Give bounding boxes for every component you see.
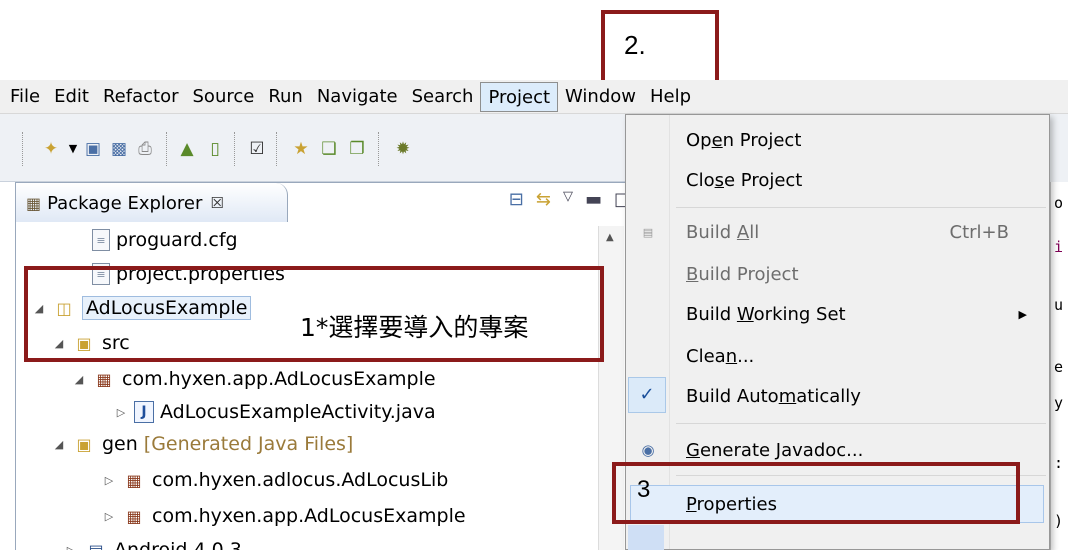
collapse-all-icon[interactable]: ⊟ bbox=[509, 189, 524, 210]
new-android-xml-icon[interactable]: ❐ bbox=[346, 138, 368, 160]
package-icon: ▦ bbox=[126, 470, 142, 490]
menu-item-build-automatically[interactable]: ✓ Build Automatically bbox=[626, 377, 1049, 415]
new-android-project-icon[interactable]: ★ bbox=[290, 138, 312, 160]
link-with-editor-icon[interactable]: ⇆ bbox=[536, 189, 551, 210]
menu-item-build-project[interactable]: Build Project bbox=[626, 255, 1049, 293]
tree-item-label: AdLocusExampleActivity.java bbox=[160, 401, 436, 423]
editor-text: y bbox=[1054, 394, 1064, 412]
new-junit-icon[interactable]: ❏ bbox=[318, 138, 340, 160]
editor-text: ) bbox=[1054, 512, 1064, 530]
menu-search[interactable]: Search bbox=[405, 82, 481, 112]
package-icon: ▦ bbox=[96, 369, 112, 389]
toolbar-separator bbox=[22, 132, 24, 166]
collapsed-arrow-icon[interactable]: ▷ bbox=[100, 510, 118, 523]
package-explorer-header: ▦ Package Explorer ☒ ⊟ ⇆ ▽ ▬ □ bbox=[15, 182, 631, 223]
collapsed-arrow-icon[interactable]: ▷ bbox=[112, 406, 130, 419]
tree-item-label: Android 4.0.3 bbox=[114, 539, 242, 550]
menu-bar: File Edit Refactor Source Run Navigate S… bbox=[0, 80, 1068, 114]
minimize-icon[interactable]: ▬ bbox=[585, 189, 602, 210]
check-icon: ✓ bbox=[628, 377, 666, 413]
package-explorer-icon: ▦ bbox=[26, 193, 42, 213]
menu-separator bbox=[676, 423, 1046, 424]
annotation-step3-label: 3 bbox=[637, 476, 651, 503]
java-file-icon: J bbox=[134, 401, 154, 423]
tree-item-package[interactable]: ◢ ▦ com.hyxen.app.AdLocusExample bbox=[70, 365, 436, 393]
expanded-arrow-icon[interactable]: ◢ bbox=[70, 373, 88, 386]
build-all-icon: ▤ bbox=[642, 225, 654, 239]
tree-item-label: com.hyxen.app.AdLocusExample bbox=[152, 505, 466, 527]
tree-item-activity-java[interactable]: ▷ J AdLocusExampleActivity.java bbox=[112, 398, 436, 426]
menu-item-open-project[interactable]: Open Project bbox=[626, 121, 1049, 159]
scroll-up-arrow-icon[interactable]: ▲ bbox=[606, 232, 614, 243]
annotation-step1-label: 1*選擇要導入的專案 bbox=[300, 313, 529, 342]
print-icon[interactable]: ⎙ bbox=[134, 138, 156, 160]
menu-help[interactable]: Help bbox=[643, 82, 698, 112]
lint-check-icon[interactable]: ☑ bbox=[246, 138, 268, 160]
view-menu-icon[interactable]: ▽ bbox=[563, 189, 573, 210]
file-icon: ≡ bbox=[92, 229, 110, 251]
editor-text: u bbox=[1054, 296, 1064, 314]
tree-item-label: com.hyxen.app.AdLocusExample bbox=[122, 368, 436, 390]
editor-text: : bbox=[1054, 454, 1064, 472]
save-all-icon[interactable]: ▩ bbox=[108, 138, 130, 160]
view-toolbar: ⊟ ⇆ ▽ ▬ □ bbox=[509, 189, 631, 210]
editor-text: i bbox=[1054, 238, 1064, 256]
package-explorer-tab[interactable]: ▦ Package Explorer ☒ bbox=[16, 183, 288, 223]
tree-item-android-lib[interactable]: ▷ ▤ Android 4.0.3 bbox=[62, 536, 242, 550]
close-icon[interactable]: ☒ bbox=[210, 194, 223, 212]
toolbar-separator bbox=[234, 132, 236, 166]
android-sdk-icon[interactable]: ▲ bbox=[176, 138, 198, 160]
menu-project[interactable]: Project bbox=[480, 81, 559, 112]
menu-edit[interactable]: Edit bbox=[47, 82, 96, 112]
submenu-arrow-icon: ▶ bbox=[1018, 307, 1027, 321]
tree-item-label: proguard.cfg bbox=[116, 229, 238, 251]
menu-separator bbox=[676, 207, 1046, 208]
menu-bottom-edge bbox=[628, 525, 664, 550]
editor-text: e bbox=[1054, 358, 1064, 376]
menu-refactor[interactable]: Refactor bbox=[96, 82, 186, 112]
tree-item-gen[interactable]: ◢ ▣ gen [Generated Java Files] bbox=[50, 430, 354, 458]
menu-item-build-working-set[interactable]: Build Working Set ▶ bbox=[626, 295, 1049, 333]
annotation-box-step3 bbox=[612, 462, 1020, 524]
toolbar-overflow bbox=[1050, 114, 1068, 182]
gen-folder-icon: ▣ bbox=[76, 434, 92, 454]
package-icon: ▦ bbox=[126, 506, 142, 526]
menu-run[interactable]: Run bbox=[261, 82, 310, 112]
library-icon: ▤ bbox=[88, 540, 104, 550]
tree-item-decoration: [Generated Java Files] bbox=[143, 433, 354, 455]
menu-item-build-all[interactable]: ▤ Build All Ctrl+B bbox=[626, 213, 1049, 251]
collapsed-arrow-icon[interactable]: ▷ bbox=[62, 544, 80, 550]
menu-window[interactable]: Window bbox=[558, 82, 643, 112]
menu-item-close-project[interactable]: Close Project bbox=[626, 161, 1049, 199]
editor-text: o bbox=[1054, 194, 1064, 212]
shortcut-label: Ctrl+B bbox=[949, 221, 1009, 243]
tree-item-label: com.hyxen.adlocus.AdLocusLib bbox=[152, 469, 449, 491]
menu-item-clean[interactable]: Clean... bbox=[626, 337, 1049, 375]
package-explorer-title: Package Explorer bbox=[47, 192, 203, 214]
tree-item-label: gen bbox=[102, 433, 138, 455]
menu-source[interactable]: Source bbox=[186, 82, 262, 112]
dropdown-arrow-icon[interactable]: ▼ bbox=[62, 138, 84, 160]
save-icon[interactable]: ▣ bbox=[82, 138, 104, 160]
android-avd-icon[interactable]: ▯ bbox=[204, 138, 226, 160]
javadoc-icon: ◉ bbox=[641, 441, 655, 459]
debug-icon[interactable]: ✹ bbox=[392, 138, 414, 160]
toolbar-separator bbox=[276, 132, 278, 166]
expanded-arrow-icon[interactable]: ◢ bbox=[50, 438, 68, 451]
tree-item-package[interactable]: ▷ ▦ com.hyxen.app.AdLocusExample bbox=[100, 502, 466, 530]
tree-item-proguard[interactable]: ≡ proguard.cfg bbox=[70, 226, 238, 254]
collapsed-arrow-icon[interactable]: ▷ bbox=[100, 474, 118, 487]
menu-file[interactable]: File bbox=[0, 82, 47, 112]
toolbar-separator bbox=[166, 132, 168, 166]
annotation-step2-label: 2. bbox=[624, 30, 646, 60]
tree-item-package[interactable]: ▷ ▦ com.hyxen.adlocus.AdLocusLib bbox=[100, 466, 449, 494]
new-wizard-icon[interactable]: ✦ bbox=[40, 138, 62, 160]
editor-area[interactable]: o i u e y : ) bbox=[1050, 182, 1068, 550]
menu-navigate[interactable]: Navigate bbox=[310, 82, 405, 112]
toolbar-separator bbox=[378, 132, 380, 166]
